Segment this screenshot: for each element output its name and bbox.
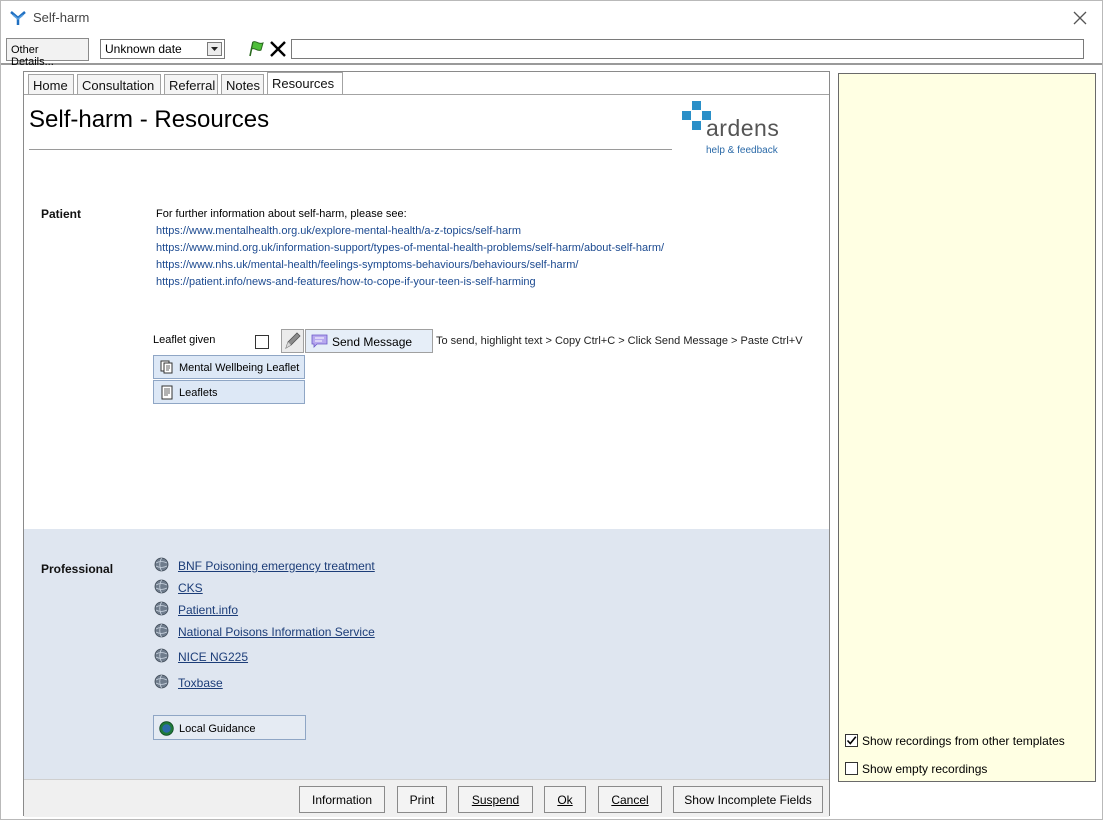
- pencil-icon: [285, 332, 301, 349]
- app-logo-icon: [10, 11, 26, 25]
- toolbar: Other Details... Unknown date: [1, 35, 1102, 68]
- send-message-button[interactable]: Send Message: [305, 329, 433, 353]
- professional-link-npis[interactable]: National Poisons Information Service: [178, 625, 375, 639]
- url-globe-icon: [159, 721, 174, 736]
- globe-icon: [154, 674, 169, 689]
- local-guidance-label: Local Guidance: [179, 723, 256, 735]
- globe-icon: [154, 579, 169, 594]
- patient-section-label: Patient: [41, 207, 82, 221]
- show-empty-recordings-label: Show empty recordings: [862, 762, 988, 776]
- globe-icon: [154, 601, 169, 616]
- professional-section-label: Professional: [41, 562, 114, 576]
- patient-link-mind[interactable]: https://www.mind.org.uk/information-supp…: [156, 242, 664, 254]
- edit-button[interactable]: [281, 329, 304, 353]
- show-empty-recordings-checkbox[interactable]: [845, 762, 858, 775]
- professional-link-cks[interactable]: CKS: [178, 581, 203, 595]
- date-dropdown[interactable]: Unknown date: [100, 39, 225, 59]
- tab-notes[interactable]: Notes: [221, 74, 264, 95]
- main-panel: Home Consultation Referral Notes Resourc…: [23, 71, 830, 817]
- title-divider: [29, 149, 672, 150]
- globe-icon: [154, 648, 169, 663]
- other-details-button[interactable]: Other Details...: [6, 38, 89, 68]
- print-button[interactable]: Print: [397, 786, 447, 813]
- mental-wellbeing-leaflet-button[interactable]: Mental Wellbeing Leaflet: [153, 355, 305, 379]
- checkmark-icon: [846, 736, 857, 745]
- date-dropdown-value: Unknown date: [105, 42, 182, 56]
- action-bar: Information Print Suspend Ok Cancel Show…: [24, 779, 829, 817]
- leaflets-label: Leaflets: [179, 387, 218, 399]
- send-message-hint: To send, highlight text > Copy Ctrl+C > …: [436, 335, 803, 347]
- suspend-button[interactable]: Suspend: [458, 786, 533, 813]
- resources-content: Self-harm - Resources ardens help & feed…: [24, 94, 829, 529]
- documents-icon: [160, 360, 173, 374]
- globe-icon: [154, 557, 169, 572]
- professional-link-toxbase[interactable]: Toxbase: [178, 676, 223, 690]
- close-icon[interactable]: [1070, 8, 1090, 28]
- recordings-panel: Show recordings from other templates Sho…: [838, 73, 1096, 782]
- show-incomplete-fields-button[interactable]: Show Incomplete Fields: [673, 786, 823, 813]
- tab-referral[interactable]: Referral: [164, 74, 218, 95]
- tab-resources[interactable]: Resources: [267, 72, 343, 96]
- title-bar: Self-harm: [1, 1, 1102, 35]
- patient-intro-text: For further information about self-harm,…: [156, 208, 407, 220]
- tab-home[interactable]: Home: [28, 74, 74, 95]
- window-title: Self-harm: [33, 10, 90, 25]
- globe-icon: [154, 623, 169, 638]
- flag-icon[interactable]: [246, 40, 266, 58]
- ardens-wordmark[interactable]: ardens: [706, 115, 779, 142]
- professional-section: Professional BNF Poisoning emergency tre…: [24, 529, 829, 779]
- professional-link-patient-info[interactable]: Patient.info: [178, 603, 238, 617]
- cancel-button[interactable]: Cancel: [598, 786, 662, 813]
- chevron-down-icon[interactable]: [207, 42, 222, 56]
- leaflet-given-checkbox[interactable]: [255, 335, 269, 349]
- local-guidance-button[interactable]: Local Guidance: [153, 715, 306, 740]
- leaflets-button[interactable]: Leaflets: [153, 380, 305, 404]
- show-other-templates-checkbox[interactable]: [845, 734, 858, 747]
- page-title: Self-harm - Resources: [29, 106, 270, 133]
- information-button[interactable]: Information: [299, 786, 385, 813]
- ok-button[interactable]: Ok: [544, 786, 586, 813]
- clear-icon[interactable]: [268, 40, 288, 58]
- mental-wellbeing-leaflet-label: Mental Wellbeing Leaflet: [179, 362, 300, 374]
- message-icon: [311, 334, 328, 348]
- tab-consultation[interactable]: Consultation: [77, 74, 161, 95]
- patient-link-nhs[interactable]: https://www.nhs.uk/mental-health/feeling…: [156, 259, 578, 271]
- document-icon: [161, 385, 173, 400]
- show-other-templates-label: Show recordings from other templates: [862, 734, 1065, 748]
- patient-link-mentalhealth[interactable]: https://www.mentalhealth.org.uk/explore-…: [156, 225, 521, 237]
- leaflet-given-label: Leaflet given: [153, 334, 216, 346]
- window: Self-harm Other Details... Unknown date …: [0, 0, 1103, 820]
- free-text-input[interactable]: [291, 39, 1084, 59]
- send-message-label: Send Message: [332, 335, 413, 349]
- patient-link-patient-info[interactable]: https://patient.info/news-and-features/h…: [156, 276, 536, 288]
- professional-link-nice[interactable]: NICE NG225: [178, 650, 248, 664]
- help-feedback-link[interactable]: help & feedback: [706, 145, 778, 156]
- professional-link-bnf[interactable]: BNF Poisoning emergency treatment: [178, 559, 375, 573]
